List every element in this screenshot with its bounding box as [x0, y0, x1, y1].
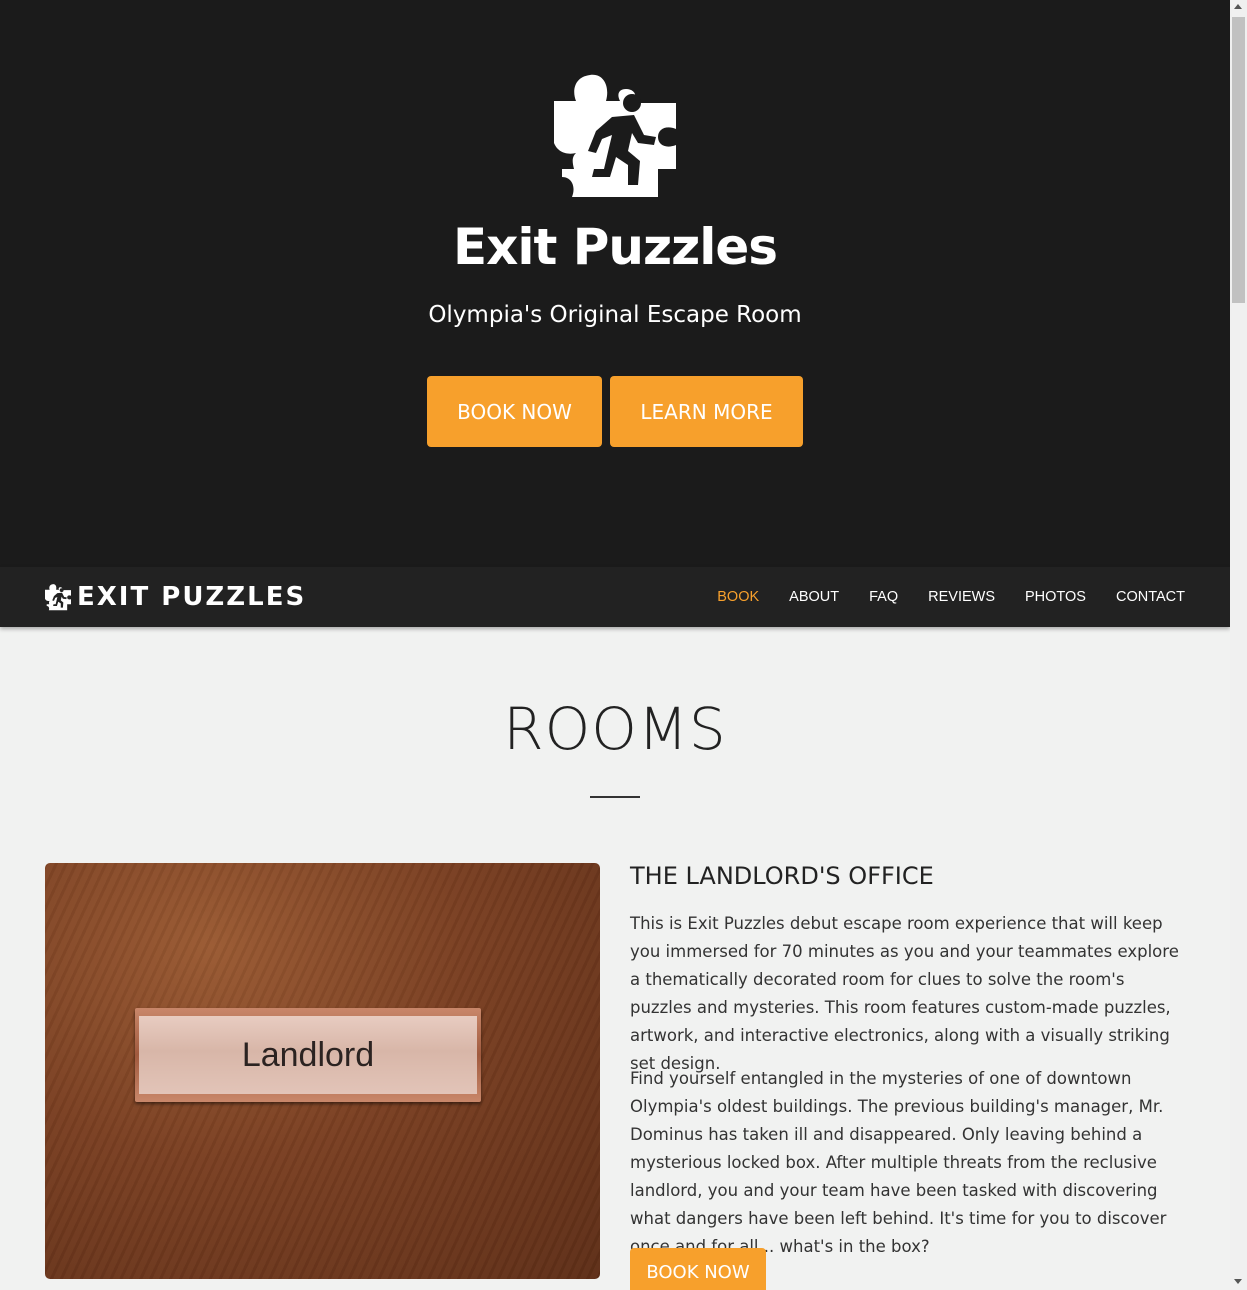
nav-link-reviews[interactable]: REVIEWS	[928, 589, 995, 605]
brand-link[interactable]: EXIT PUZZLES	[45, 580, 306, 614]
page: Exit Puzzles Olympia's Original Escape R…	[0, 0, 1230, 1290]
nav-links: BOOK ABOUT FAQ REVIEWS PHOTOS CONTACT	[687, 567, 1185, 627]
puzzle-escape-runner-icon	[45, 584, 71, 611]
room-photo: Landlord	[45, 863, 600, 1279]
hero-subtitle: Olympia's Original Escape Room	[428, 302, 802, 328]
nav-link-faq[interactable]: FAQ	[869, 589, 898, 605]
hero-title: Exit Puzzles	[452, 218, 778, 276]
nav-link-contact[interactable]: CONTACT	[1116, 589, 1185, 605]
scroll-down-arrow-icon[interactable]	[1234, 1279, 1242, 1284]
hero-book-now-button[interactable]: BOOK NOW	[427, 376, 602, 447]
room-description: This is Exit Puzzles debut escape room e…	[630, 914, 1179, 1073]
section-title: ROOMS	[503, 695, 727, 763]
hero-section: Exit Puzzles Olympia's Original Escape R…	[0, 0, 1230, 567]
nameplate-text: Landlord	[241, 1035, 375, 1074]
nav-link-about[interactable]: ABOUT	[789, 589, 839, 605]
scrollbar-thumb[interactable]	[1232, 17, 1245, 303]
puzzle-escape-runner-icon	[554, 74, 676, 197]
room-title: THE LANDLORD'S OFFICE	[630, 862, 934, 890]
nav-link-photos[interactable]: PHOTOS	[1025, 589, 1086, 605]
vertical-scrollbar[interactable]	[1230, 0, 1247, 1290]
hero-learn-more-button[interactable]: LEARN MORE	[610, 376, 803, 447]
title-divider	[590, 796, 640, 798]
nameplate: Landlord	[135, 1008, 481, 1102]
room-book-now-button[interactable]: BOOK NOW	[630, 1248, 766, 1290]
main-navbar: EXIT PUZZLES BOOK ABOUT FAQ REVIEWS PHOT…	[0, 567, 1230, 627]
brand-text: EXIT PUZZLES	[77, 582, 307, 612]
nav-link-book[interactable]: BOOK	[717, 589, 759, 605]
nameplate-face: Landlord	[139, 1016, 477, 1094]
room-story: Find yourself entangled in the mysteries…	[630, 1069, 1167, 1256]
scroll-up-arrow-icon[interactable]	[1234, 4, 1242, 9]
